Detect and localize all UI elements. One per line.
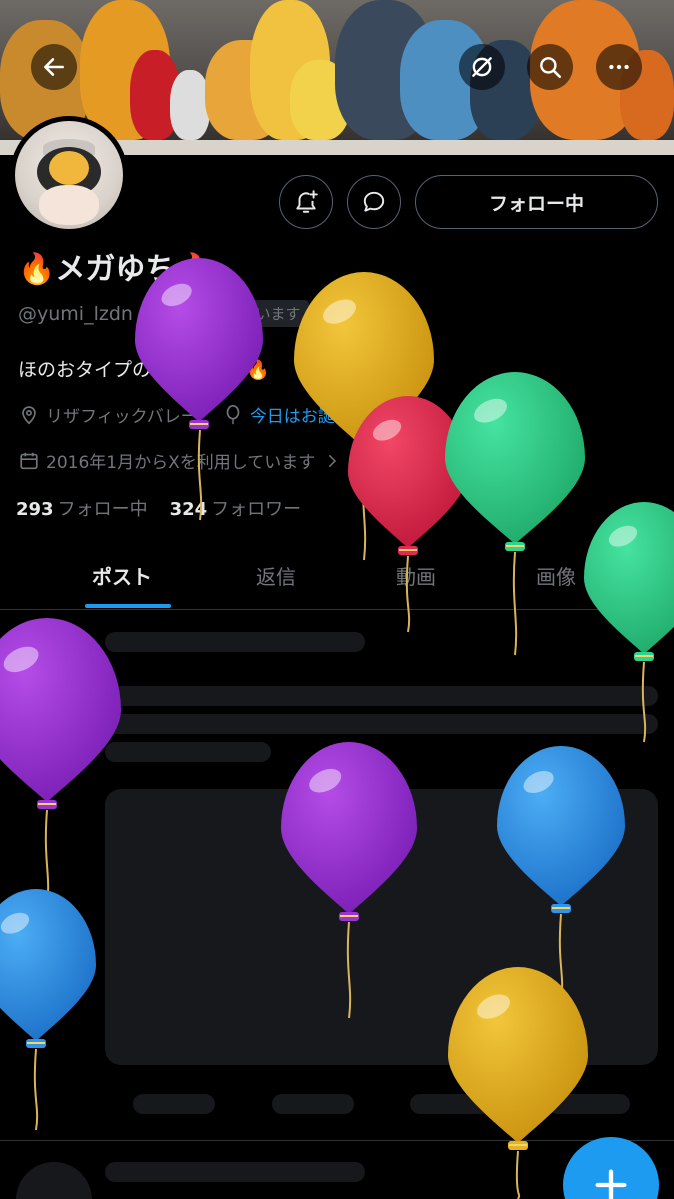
bell-plus-icon — [296, 190, 318, 213]
username: @yumi_lzdn — [18, 302, 133, 325]
tab-posts[interactable]: ポスト — [92, 540, 152, 610]
followers-stat[interactable]: 324 フォロワー — [170, 495, 302, 521]
skeleton-action — [410, 1094, 492, 1114]
avatar-image — [15, 121, 123, 229]
tab-media[interactable]: 画像 — [536, 540, 576, 610]
balloon — [584, 502, 674, 743]
skeleton-line — [105, 1162, 365, 1182]
skeleton-line — [105, 686, 658, 706]
active-tab-indicator — [85, 604, 171, 608]
skeleton-line — [105, 742, 271, 762]
follows-you-badge: フォローされています — [142, 300, 309, 327]
balloon — [445, 372, 585, 656]
balloon-icon — [226, 404, 240, 424]
skeleton-avatar — [16, 1162, 92, 1199]
skeleton-action — [548, 1094, 630, 1114]
handle-row: @yumi_lzdn フォローされています — [18, 300, 309, 327]
tab-videos[interactable]: 動画 — [396, 540, 436, 610]
following-stat[interactable]: 293 フォロー中 — [16, 495, 148, 521]
birthday-link[interactable]: 今日はお誕生日です。 — [250, 402, 418, 427]
location: リザフィックバレー — [46, 407, 198, 427]
arrow-left-icon — [44, 58, 64, 76]
followers-label: フォロワー — [211, 499, 302, 520]
chevron-right-icon — [329, 454, 337, 467]
skeleton-media — [105, 789, 658, 1065]
search-icon — [540, 57, 562, 79]
bio: ほのおタイプのトレーナー🔥 — [18, 359, 270, 381]
grok-button[interactable] — [459, 44, 505, 90]
following-count: 293 — [16, 499, 54, 520]
location-pin-icon — [22, 405, 36, 424]
balloon — [135, 258, 263, 521]
plus-icon — [595, 1169, 627, 1199]
calendar-icon — [20, 452, 38, 469]
back-button[interactable] — [31, 44, 77, 90]
followers-count: 324 — [169, 499, 208, 520]
chat-bubble-icon — [363, 191, 385, 212]
skeleton-action — [133, 1094, 215, 1114]
banner-plush — [170, 70, 210, 140]
post-divider — [0, 1140, 674, 1141]
display-name: 🔥メガゆち🔥 — [18, 252, 213, 287]
profile-tabs: ポスト 返信 動画 画像 — [0, 540, 674, 610]
follow-stats: 293 フォロー中 324 フォロワー — [16, 495, 301, 521]
skeleton-line — [105, 632, 365, 652]
message-button[interactable] — [347, 175, 401, 229]
search-button[interactable] — [527, 44, 573, 90]
balloon — [0, 618, 121, 906]
tab-replies[interactable]: 返信 — [256, 540, 296, 610]
more-button[interactable] — [596, 44, 642, 90]
joined-date: 2016年1月からXを利用しています — [46, 453, 316, 473]
meta-row-joined[interactable]: 2016年1月からXを利用しています — [18, 448, 347, 473]
balloon — [0, 889, 96, 1131]
skeleton-line — [105, 714, 658, 734]
more-horizontal-icon — [609, 64, 629, 70]
following-label: フォロー中 — [57, 499, 148, 520]
compose-post-button[interactable] — [563, 1137, 659, 1199]
following-button[interactable]: フォロー中 — [415, 175, 658, 229]
meta-row-location-birthday: リザフィックバレー 今日はお誕生日です。 — [18, 402, 418, 427]
grok-slash-icon — [472, 57, 492, 77]
avatar[interactable] — [10, 116, 128, 234]
notify-button[interactable] — [279, 175, 333, 229]
skeleton-action — [272, 1094, 354, 1114]
